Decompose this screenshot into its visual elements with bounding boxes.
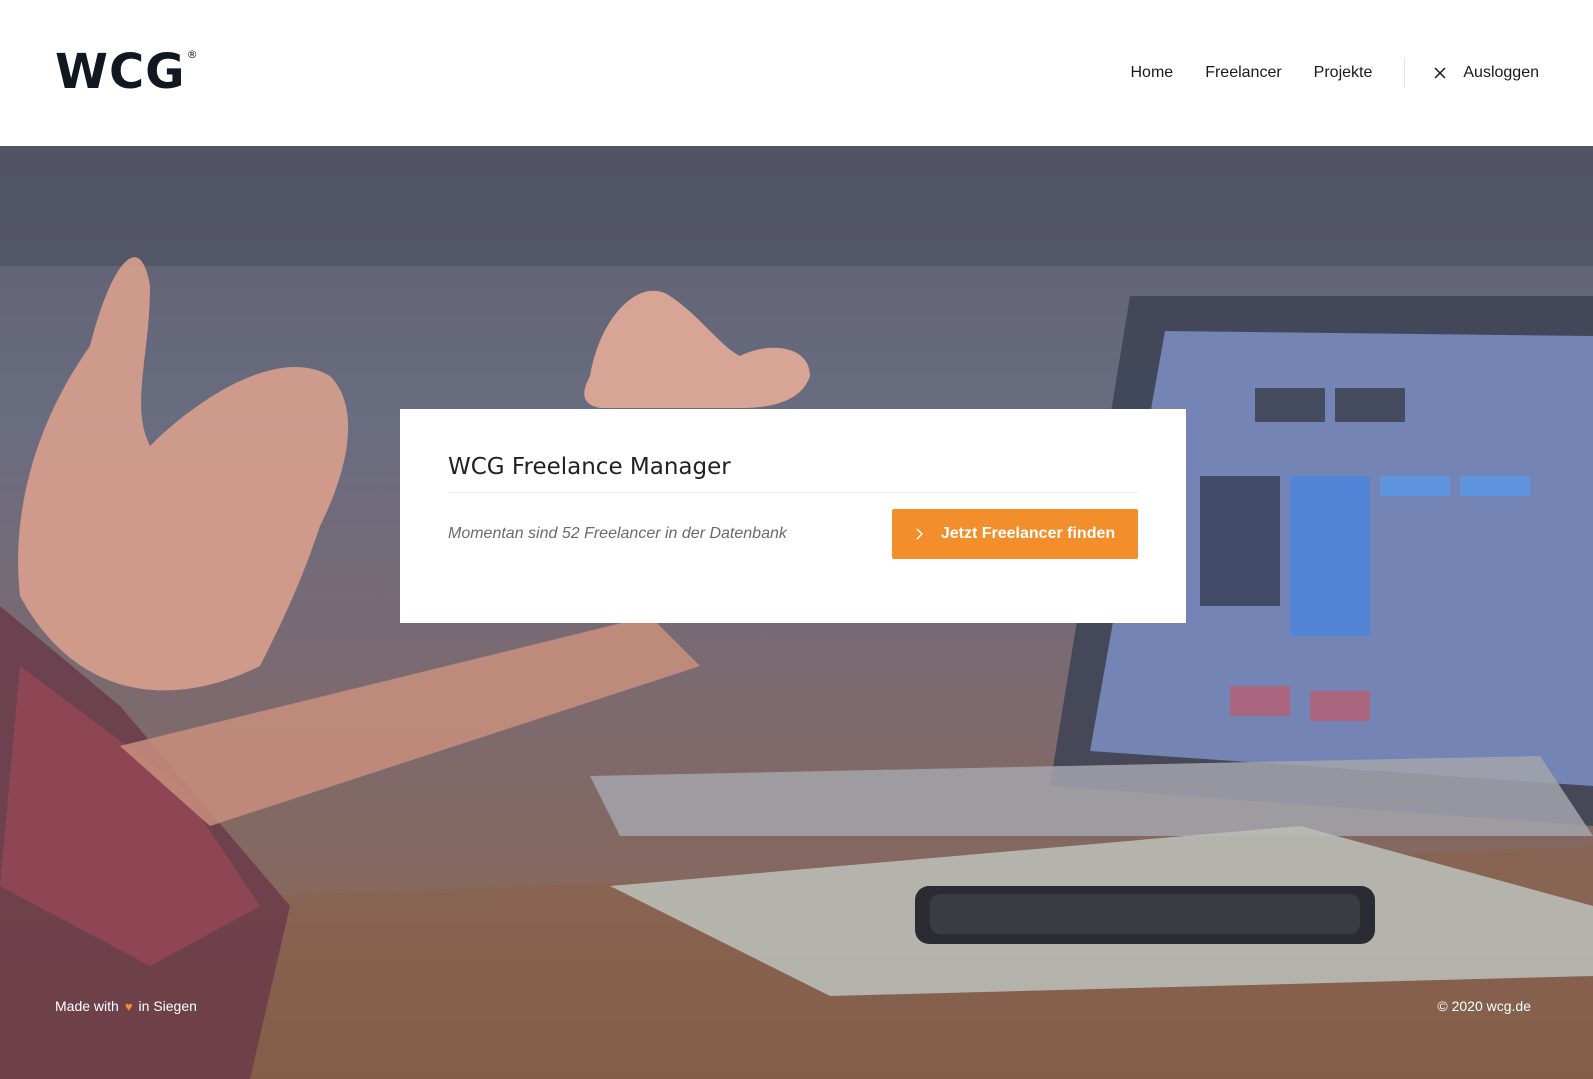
nav-projekte-link[interactable]: Projekte	[1314, 64, 1373, 82]
nav-divider	[1404, 58, 1406, 88]
logout-link[interactable]: Ausloggen	[1433, 64, 1539, 82]
hero-background-image: WCG Freelance Manager Momentan sind 52 F…	[0, 146, 1593, 1079]
welcome-card: WCG Freelance Manager Momentan sind 52 F…	[400, 409, 1186, 623]
nav-freelancer-link[interactable]: Freelancer	[1205, 64, 1281, 82]
find-freelancer-button[interactable]: Jetzt Freelancer finden	[892, 509, 1138, 559]
heart-icon: ♥	[124, 998, 133, 1014]
nav-home-link[interactable]: Home	[1131, 64, 1174, 82]
location-text: in Siegen	[138, 998, 197, 1014]
freelancer-count-text: Momentan sind 52 Freelancer in der Daten…	[448, 525, 787, 542]
card-title: WCG Freelance Manager	[448, 454, 731, 480]
chevron-right-icon	[916, 528, 923, 540]
registered-mark: ®	[186, 48, 198, 61]
made-with-text: Made with	[55, 998, 119, 1014]
logo-text: WCG	[55, 44, 186, 100]
close-icon	[1434, 67, 1446, 79]
card-divider	[448, 492, 1138, 493]
main-nav: Home Freelancer Projekte Ausloggen	[1131, 58, 1539, 88]
find-freelancer-label: Jetzt Freelancer finden	[940, 525, 1116, 542]
wcg-logo[interactable]: WCG ®	[55, 46, 198, 98]
site-header: WCG ® Home Freelancer Projekte Ausloggen	[0, 0, 1593, 146]
footer-copyright: © 2020 wcg.de	[1437, 998, 1531, 1014]
footer-made-with: Made with ♥ in Siegen	[55, 998, 197, 1014]
logout-label: Ausloggen	[1463, 64, 1539, 81]
